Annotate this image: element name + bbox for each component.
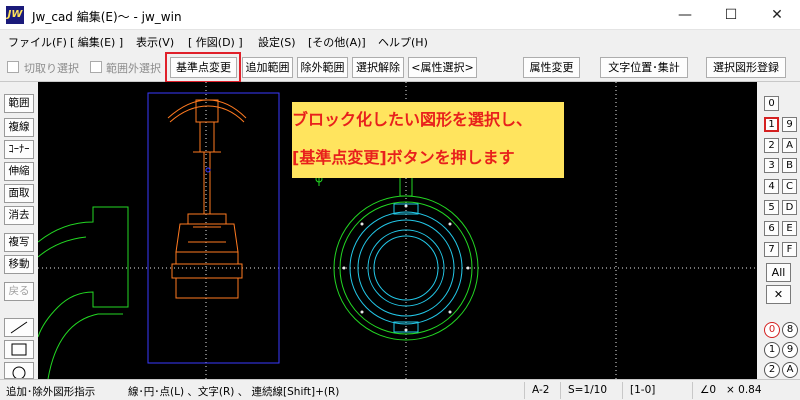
layer-c[interactable]: C	[782, 179, 797, 194]
add-range-button[interactable]: 追加範囲	[242, 57, 293, 78]
layer-readout[interactable]: [1-0]	[630, 384, 655, 396]
status-hint: 線･円･点(L) 、文字(R) 、 連続線[Shift]+(R)	[128, 386, 340, 398]
group-2[interactable]: 2	[764, 362, 780, 378]
status-divider	[622, 382, 623, 399]
menu-edit[interactable]: [ 編集(E) ]	[70, 34, 123, 50]
tool-chamfer[interactable]: 面取	[4, 184, 34, 203]
menu-settings[interactable]: 設定(S)	[258, 34, 296, 50]
status-divider	[692, 382, 693, 399]
rectangle-tool-icon[interactable]	[4, 340, 34, 359]
menu-draw[interactable]: [ 作図(D) ]	[188, 34, 243, 50]
angle-readout[interactable]: ∠0	[700, 384, 716, 396]
layer-4[interactable]: 4	[764, 179, 779, 194]
layer-e[interactable]: E	[782, 221, 797, 236]
menu-file[interactable]: ファイル(F)	[8, 34, 67, 50]
layer-all-button[interactable]: All	[766, 263, 791, 282]
group-1[interactable]: 1	[764, 342, 780, 358]
jwcad-window: JW Jw_cad 編集(E)〜 - jw_win — ☐ ✕ ファイル(F) …	[0, 0, 800, 400]
cut-select-label: 切取り選択	[24, 62, 79, 75]
menu-view[interactable]: 表示(V)	[136, 34, 174, 50]
tool-copy[interactable]: 複写	[4, 233, 34, 252]
highlight-frame	[165, 52, 241, 83]
maximize-button[interactable]: ☐	[708, 0, 754, 30]
layer-f[interactable]: F	[782, 242, 797, 257]
attribute-change-button[interactable]: 属性変更	[523, 57, 580, 78]
status-divider	[524, 382, 525, 399]
instruction-callout: ブロック化したい図形を選択し、 [基準点変更]ボタンを押します	[292, 102, 564, 178]
left-tool-palette: 範囲 複線 ｺｰﾅｰ 伸縮 面取 消去 複写 移動 戻る	[0, 82, 38, 380]
layer-group-0[interactable]: 0	[764, 96, 779, 111]
menu-bar: ファイル(F) [ 編集(E) ] 表示(V) [ 作図(D) ] 設定(S) …	[0, 30, 800, 52]
layer-d[interactable]: D	[782, 200, 797, 215]
layer-9[interactable]: 9	[782, 117, 797, 132]
line-tool-icon[interactable]	[4, 318, 34, 337]
app-icon: JW	[6, 6, 24, 24]
layer-6[interactable]: 6	[764, 221, 779, 236]
group-0[interactable]: 0	[764, 322, 780, 338]
layer-3[interactable]: 3	[764, 158, 779, 173]
callout-line-1: ブロック化したい図形を選択し、	[292, 110, 533, 129]
title-bar: JW Jw_cad 編集(E)〜 - jw_win — ☐ ✕	[0, 0, 800, 30]
layer-5[interactable]: 5	[764, 200, 779, 215]
window-title: Jw_cad 編集(E)〜 - jw_win	[32, 10, 182, 24]
minimize-button[interactable]: —	[662, 0, 708, 30]
callout-line-2: [基準点変更]ボタンを押します	[292, 148, 515, 167]
tool-range[interactable]: 範囲	[4, 94, 34, 113]
tool-offset[interactable]: 複線	[4, 118, 34, 137]
flange-outer	[315, 164, 479, 341]
close-button[interactable]: ✕	[754, 0, 800, 30]
out-of-range-checkbox[interactable]	[90, 61, 102, 73]
text-position-total-button[interactable]: 文字位置･集計	[600, 57, 688, 78]
layer-a[interactable]: A	[782, 138, 797, 153]
menu-other[interactable]: [その他(A)]	[308, 34, 366, 50]
command-toolbar: 切取り選択 範囲外選択 基準点変更 追加範囲 除外範囲 選択解除 <属性選択> …	[0, 52, 800, 82]
scale-readout[interactable]: S=1/10	[568, 384, 607, 396]
tool-undo[interactable]: 戻る	[4, 282, 34, 301]
group-8[interactable]: 8	[782, 322, 798, 338]
circle-tool-icon[interactable]	[4, 362, 34, 380]
layer-7[interactable]: 7	[764, 242, 779, 257]
deselect-button[interactable]: 選択解除	[352, 57, 404, 78]
cut-select-checkbox[interactable]	[7, 61, 19, 73]
paper-size[interactable]: A-2	[532, 384, 549, 396]
attribute-select-button[interactable]: <属性選択>	[408, 57, 477, 78]
out-of-range-label: 範囲外選択	[106, 62, 161, 75]
status-bar: 追加･除外図形指示 線･円･点(L) 、文字(R) 、 連続線[Shift]+(…	[0, 379, 800, 400]
menu-help[interactable]: ヘルプ(H)	[378, 34, 428, 50]
factor-readout[interactable]: × 0.84	[726, 384, 762, 396]
exclude-range-button[interactable]: 除外範囲	[297, 57, 348, 78]
tool-move[interactable]: 移動	[4, 255, 34, 274]
layer-x-button[interactable]: ✕	[766, 285, 791, 304]
status-divider	[560, 382, 561, 399]
group-a[interactable]: A	[782, 362, 798, 378]
pipe-fitting-left	[38, 206, 129, 379]
tool-corner[interactable]: ｺｰﾅｰ	[4, 140, 34, 159]
layer-b[interactable]: B	[782, 158, 797, 173]
tool-extend[interactable]: 伸縮	[4, 162, 34, 181]
tool-erase[interactable]: 消去	[4, 206, 34, 225]
layer-2[interactable]: 2	[764, 138, 779, 153]
register-selection-button[interactable]: 選択図形登録	[706, 57, 786, 78]
status-message: 追加･除外図形指示	[6, 386, 96, 398]
group-9[interactable]: 9	[782, 342, 798, 358]
layer-1[interactable]: 1	[764, 117, 779, 132]
